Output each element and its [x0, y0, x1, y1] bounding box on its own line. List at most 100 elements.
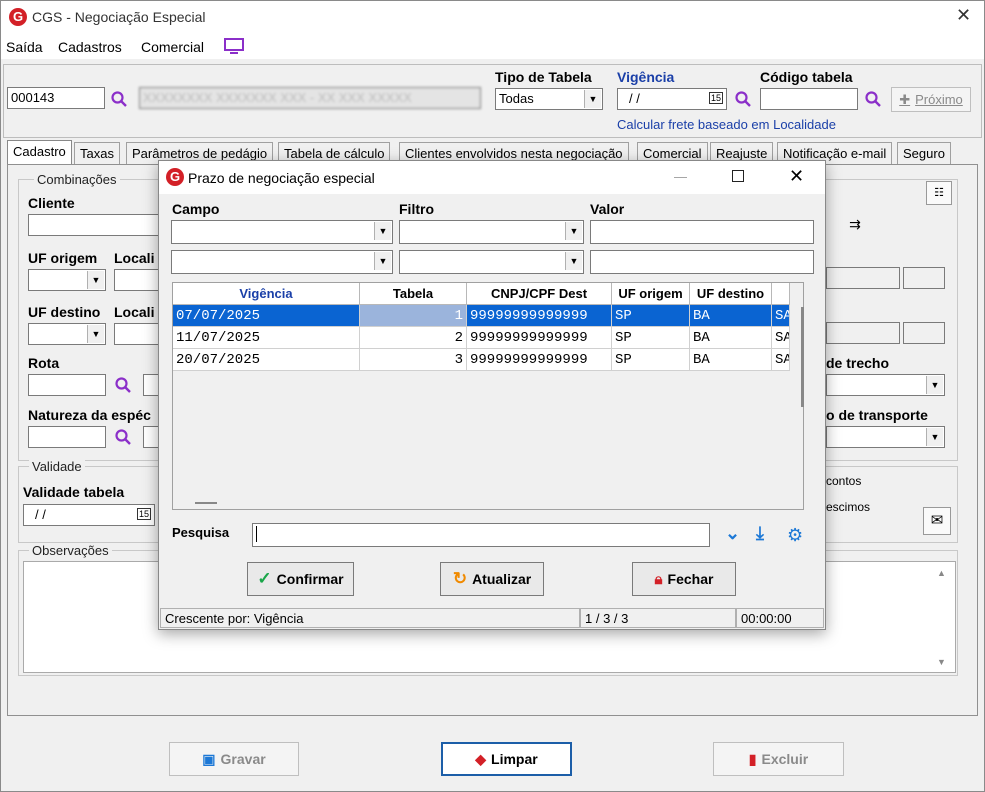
scroll-down-icon[interactable]: ▼	[937, 657, 946, 667]
table-cell: BA	[690, 305, 772, 327]
vigencia-date-input[interactable]: / / 15	[617, 88, 727, 110]
right-field-2[interactable]	[903, 267, 945, 289]
atualizar-button[interactable]: ↻ Atualizar	[440, 562, 544, 596]
minimize-icon[interactable]: —	[674, 169, 687, 184]
calendar-icon[interactable]: 15	[136, 508, 151, 520]
validade-tabela-label: Validade tabela	[23, 484, 125, 500]
search-natureza-icon[interactable]	[115, 429, 131, 445]
search-vigencia-icon[interactable]	[735, 91, 751, 107]
descontos-label: contos	[826, 474, 862, 488]
prazo-dialog: G Prazo de negociação especial — ✕ Campo…	[158, 160, 826, 630]
transfer-icon[interactable]: ⇉	[842, 211, 868, 237]
calc-note: Calcular frete baseado em Localidade	[617, 117, 836, 132]
tab-taxas[interactable]: Taxas	[74, 142, 120, 164]
dialog-logo-icon: G	[166, 168, 184, 186]
uf-destino-label: UF destino	[28, 304, 101, 320]
maximize-icon[interactable]	[732, 170, 744, 182]
chevron-double-down-icon[interactable]: ⌄	[725, 523, 740, 543]
combinacoes-title: Combinações	[34, 172, 120, 187]
tipo-transporte-select[interactable]: ▼	[826, 426, 945, 448]
close-window-icon[interactable]: ✕	[956, 5, 971, 26]
right-field-1[interactable]	[826, 267, 900, 289]
table-row[interactable]: 07/07/2025199999999999999SPBASA	[173, 305, 790, 327]
filtro-select-1[interactable]: ▼	[399, 220, 584, 244]
cliente-input[interactable]	[28, 214, 168, 236]
col-header-extra[interactable]: S	[772, 283, 790, 305]
table-cell: 99999999999999	[467, 349, 612, 371]
natureza-input[interactable]	[28, 426, 106, 448]
scroll-thumb[interactable]	[801, 307, 804, 407]
tipo-trecho-select[interactable]: ▼	[826, 374, 945, 396]
chevron-down-icon: ▼	[87, 325, 104, 343]
gravar-button[interactable]: ▣ Gravar	[169, 742, 299, 776]
dialog-title: Prazo de negociação especial	[188, 170, 375, 186]
pesquisa-input[interactable]	[252, 523, 710, 547]
chevron-to-end-icon[interactable]: ⤓	[756, 523, 764, 543]
status-count: 1 / 3 / 3	[580, 608, 736, 628]
table-cell: SP	[612, 305, 690, 327]
right-field-4[interactable]	[903, 322, 945, 344]
uf-destino-select[interactable]: ▼	[28, 323, 106, 345]
calendar-icon[interactable]: 15	[708, 92, 723, 104]
acrescimos-label: escimos	[826, 500, 871, 514]
rota-input[interactable]	[28, 374, 106, 396]
tree-view-icon[interactable]: ☷	[926, 181, 952, 205]
table-cell: 07/07/2025	[173, 305, 360, 327]
validade-date-input[interactable]: / / 15	[23, 504, 155, 526]
codigo-tabela-input[interactable]	[760, 88, 858, 110]
campo-select-1[interactable]: ▼	[171, 220, 393, 244]
excluir-label: Excluir	[761, 751, 809, 767]
tipo-transporte-label: o de transporte	[826, 407, 928, 423]
proximo-button[interactable]: ✚ Próximo	[891, 87, 971, 112]
tab-seguro[interactable]: Seguro	[897, 142, 951, 164]
gear-icon[interactable]: ⚙	[787, 525, 803, 545]
dialog-title-bar: G Prazo de negociação especial — ✕	[159, 161, 825, 194]
scroll-up-icon[interactable]: ▲	[937, 568, 946, 578]
envelope-icon[interactable]: ✉	[923, 507, 951, 535]
tab-cadastro[interactable]: Cadastro	[7, 140, 72, 165]
table-row[interactable]: 11/07/2025299999999999999SPBASA	[173, 327, 790, 349]
excluir-button[interactable]: ▮ Excluir	[713, 742, 844, 776]
table-cell: 20/07/2025	[173, 349, 360, 371]
right-field-3[interactable]	[826, 322, 900, 344]
search-rota-icon[interactable]	[115, 377, 131, 393]
col-header-vigencia[interactable]: Vigência	[173, 283, 360, 305]
menu-saida[interactable]: Saída	[6, 39, 43, 55]
results-grid[interactable]: Vigência Tabela CNPJ/CPF Dest UF origem …	[172, 282, 804, 510]
valor-input-2[interactable]	[590, 250, 814, 274]
uf-origem-select[interactable]: ▼	[28, 269, 106, 291]
col-header-cnpj[interactable]: CNPJ/CPF Dest	[467, 283, 612, 305]
col-header-tabela[interactable]: Tabela	[360, 283, 467, 305]
horizontal-scroll-thumb[interactable]	[195, 502, 217, 504]
filtro-select-2[interactable]: ▼	[399, 250, 584, 274]
table-cell: SA	[772, 305, 790, 327]
tipo-tabela-value: Todas	[499, 91, 534, 106]
chevron-down-icon: ▼	[565, 222, 582, 240]
table-cell: 99999999999999	[467, 305, 612, 327]
table-row[interactable]: 20/07/2025399999999999999SPBASA	[173, 349, 790, 371]
title-bar: G CGS - Negociação Especial ✕	[1, 1, 984, 33]
vigencia-value: / /	[629, 91, 640, 106]
codigo-tabela-label: Código tabela	[760, 69, 853, 85]
table-cell: SP	[612, 349, 690, 371]
table-cell: SP	[612, 327, 690, 349]
close-dialog-icon[interactable]: ✕	[789, 166, 804, 187]
search-codigo-icon[interactable]	[865, 91, 881, 107]
confirmar-button[interactable]: ✓ Confirmar	[247, 562, 354, 596]
table-cell: 2	[360, 327, 467, 349]
menu-cadastros[interactable]: Cadastros	[58, 39, 122, 55]
status-sort: Crescente por: Vigência	[160, 608, 580, 628]
valor-input-1[interactable]	[590, 220, 814, 244]
window-title: CGS - Negociação Especial	[32, 9, 206, 25]
gravar-label: Gravar	[220, 751, 266, 767]
monitor-icon[interactable]	[223, 37, 245, 55]
tipo-tabela-select[interactable]: Todas ▼	[495, 88, 603, 110]
limpar-button[interactable]: ◆ Limpar	[441, 742, 572, 776]
col-header-uf-origem[interactable]: UF origem	[612, 283, 690, 305]
menu-comercial[interactable]: Comercial	[141, 39, 204, 55]
col-header-uf-destino[interactable]: UF destino	[690, 283, 772, 305]
search-code-icon[interactable]	[111, 91, 127, 107]
fechar-button[interactable]: 🔒︎ Fechar	[632, 562, 736, 596]
campo-select-2[interactable]: ▼	[171, 250, 393, 274]
code-input[interactable]: 000143	[7, 87, 105, 109]
